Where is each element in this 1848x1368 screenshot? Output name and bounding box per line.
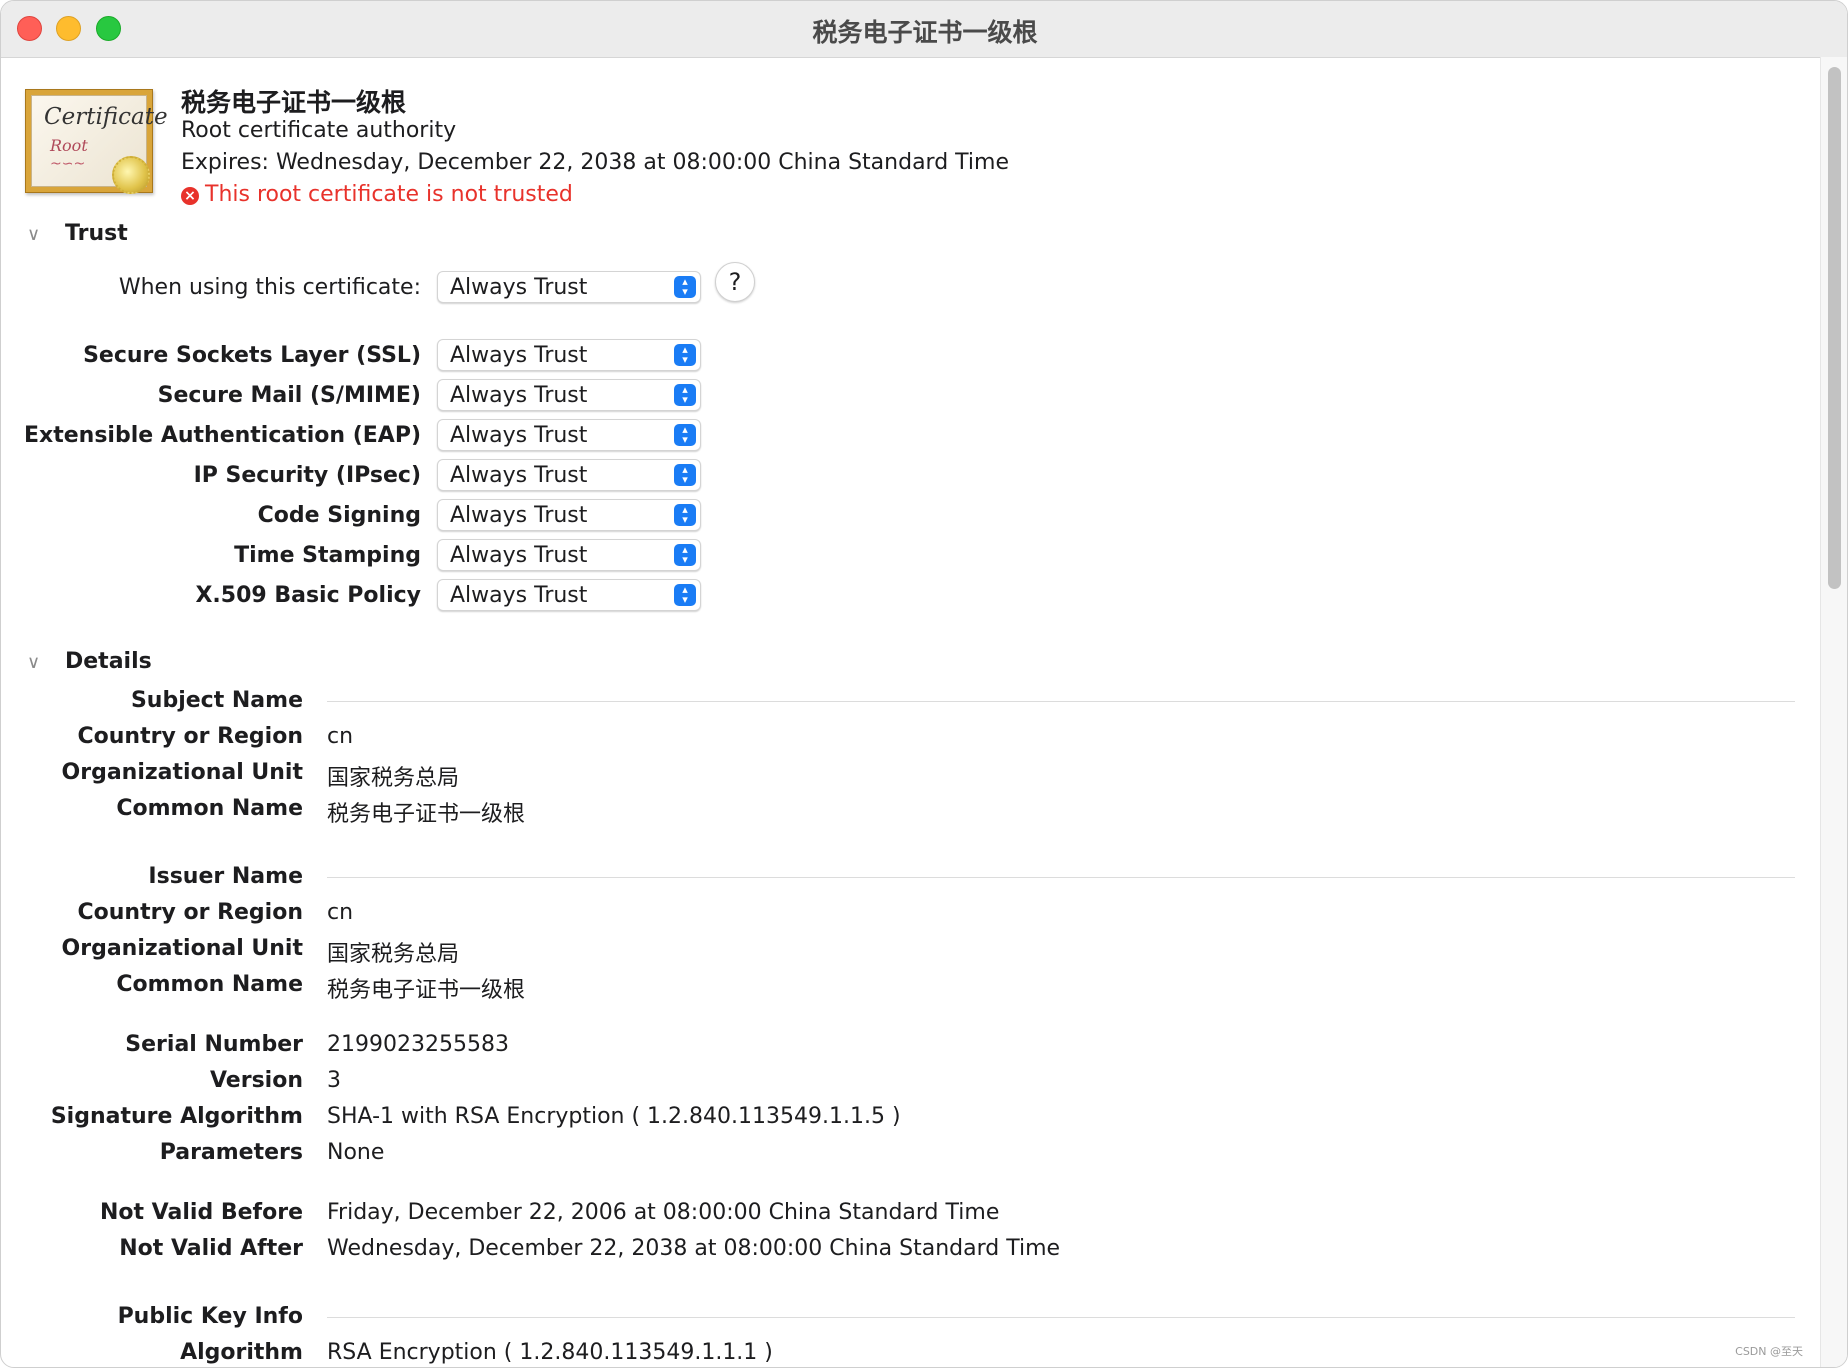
scrollbar-thumb[interactable] <box>1828 67 1841 589</box>
popup-value: Always Trust <box>450 343 588 368</box>
x-circle-icon: × <box>181 187 199 205</box>
issuer-country-value: cn <box>327 900 354 925</box>
up-down-arrows-icon: ▴ ▾ <box>674 504 696 526</box>
popup-value: Always Trust <box>450 463 588 488</box>
certificate-icon: Certificate Root ~∽~ <box>25 89 168 194</box>
trust-warning: × This root certificate is not trusted <box>181 182 573 207</box>
divider <box>327 1317 1795 1318</box>
trust-warning-text: This root certificate is not trusted <box>205 182 573 207</box>
up-down-arrows-icon: ▴ ▾ <box>674 344 696 366</box>
policy-label-ssl: Secure Sockets Layer (SSL) <box>83 343 421 368</box>
issuer-common-name-label: Common Name <box>116 972 303 997</box>
up-down-arrows-icon: ▴ ▾ <box>674 384 696 406</box>
help-button[interactable]: ? <box>715 262 755 302</box>
not-valid-before-label: Not Valid Before <box>99 1200 303 1225</box>
divider <box>327 877 1795 878</box>
certificate-window: 税务电子证书一级根 Certificate Root ~∽~ 税务电子证书一级根… <box>0 0 1848 1368</box>
window-title: 税务电子证书一级根 <box>812 18 1038 47</box>
serial-number-value: 2199023255583 <box>327 1032 509 1057</box>
flourish-decoration: ~∽~ <box>50 156 86 172</box>
up-down-arrows-icon: ▴ ▾ <box>674 464 696 486</box>
policy-popup-smime[interactable]: Always Trust ▴ ▾ <box>437 379 701 411</box>
vertical-scrollbar[interactable] <box>1820 57 1847 1367</box>
issuer-org-unit-label: Organizational Unit <box>61 936 303 961</box>
policy-popup-eap[interactable]: Always Trust ▴ ▾ <box>437 419 701 451</box>
certificate-name: 税务电子证书一级根 <box>181 88 407 117</box>
policy-popup-x509[interactable]: Always Trust ▴ ▾ <box>437 579 701 611</box>
serial-number-label: Serial Number <box>125 1032 303 1057</box>
policy-label-smime: Secure Mail (S/MIME) <box>157 383 421 408</box>
parameters-label: Parameters <box>159 1140 303 1165</box>
subject-name-heading: Subject Name <box>130 688 303 713</box>
popup-value: Always Trust <box>450 383 588 408</box>
policy-label-ipsec: IP Security (IPsec) <box>193 463 421 488</box>
subject-common-name-value: 税务电子证书一级根 <box>327 802 526 827</box>
public-key-info-heading: Public Key Info <box>117 1304 303 1329</box>
certificate-type: Root certificate authority <box>181 118 457 143</box>
not-valid-after-label: Not Valid After <box>119 1236 303 1261</box>
watermark: CSDN @至天 <box>1735 1345 1803 1358</box>
issuer-common-name-value: 税务电子证书一级根 <box>327 978 526 1003</box>
popup-value: Always Trust <box>450 583 588 608</box>
policy-popup-ipsec[interactable]: Always Trust ▴ ▾ <box>437 459 701 491</box>
divider <box>327 701 1795 702</box>
chevron-down-icon: ∨ <box>27 652 41 673</box>
policy-popup-time-stamping[interactable]: Always Trust ▴ ▾ <box>437 539 701 571</box>
subject-org-unit-value: 国家税务总局 <box>327 766 460 791</box>
version-label: Version <box>209 1068 303 1093</box>
chevron-down-icon: ∨ <box>27 224 41 245</box>
popup-value: Always Trust <box>450 423 588 448</box>
up-down-arrows-icon: ▴ ▾ <box>674 276 696 298</box>
popup-value: Always Trust <box>450 543 588 568</box>
title-bar: 税务电子证书一级根 <box>1 1 1847 58</box>
not-valid-before-value: Friday, December 22, 2006 at 08:00:00 Ch… <box>327 1200 1000 1225</box>
popup-value: Always Trust <box>450 275 588 300</box>
trust-section-label: Trust <box>65 221 128 246</box>
when-using-label: When using this certificate: <box>118 275 421 300</box>
policy-label-code-signing: Code Signing <box>257 503 421 528</box>
subject-country-label: Country or Region <box>77 724 304 749</box>
policy-popup-code-signing[interactable]: Always Trust ▴ ▾ <box>437 499 701 531</box>
certificate-expires: Expires: Wednesday, December 22, 2038 at… <box>181 150 1010 175</box>
policy-label-eap: Extensible Authentication (EAP) <box>24 423 421 448</box>
issuer-name-heading: Issuer Name <box>148 864 303 889</box>
when-using-popup[interactable]: Always Trust ▴ ▾ <box>437 271 701 303</box>
certificate-icon-subtext: Root <box>50 136 88 155</box>
details-section-toggle[interactable]: ∨ Details <box>27 649 152 674</box>
issuer-country-label: Country or Region <box>77 900 304 925</box>
subject-org-unit-label: Organizational Unit <box>61 760 303 785</box>
certificate-icon-text: Certificate <box>44 104 168 130</box>
algorithm-label: Algorithm <box>180 1340 303 1365</box>
subject-country-value: cn <box>327 724 354 749</box>
up-down-arrows-icon: ▴ ▾ <box>674 544 696 566</box>
details-section-label: Details <box>65 649 152 674</box>
version-value: 3 <box>327 1068 341 1093</box>
trust-section-toggle[interactable]: ∨ Trust <box>27 221 128 246</box>
up-down-arrows-icon: ▴ ▾ <box>674 424 696 446</box>
seal-icon <box>112 156 150 194</box>
signature-algorithm-value: SHA-1 with RSA Encryption ( 1.2.840.1135… <box>327 1104 901 1129</box>
parameters-value: None <box>327 1140 385 1165</box>
up-down-arrows-icon: ▴ ▾ <box>674 584 696 606</box>
signature-algorithm-label: Signature Algorithm <box>50 1104 303 1129</box>
popup-value: Always Trust <box>450 503 588 528</box>
policy-label-time-stamping: Time Stamping <box>234 543 421 568</box>
not-valid-after-value: Wednesday, December 22, 2038 at 08:00:00… <box>327 1236 1061 1261</box>
policy-label-x509: X.509 Basic Policy <box>195 583 421 608</box>
subject-common-name-label: Common Name <box>116 796 303 821</box>
algorithm-value: RSA Encryption ( 1.2.840.113549.1.1.1 ) <box>327 1340 773 1365</box>
issuer-org-unit-value: 国家税务总局 <box>327 942 460 967</box>
policy-popup-ssl[interactable]: Always Trust ▴ ▾ <box>437 339 701 371</box>
